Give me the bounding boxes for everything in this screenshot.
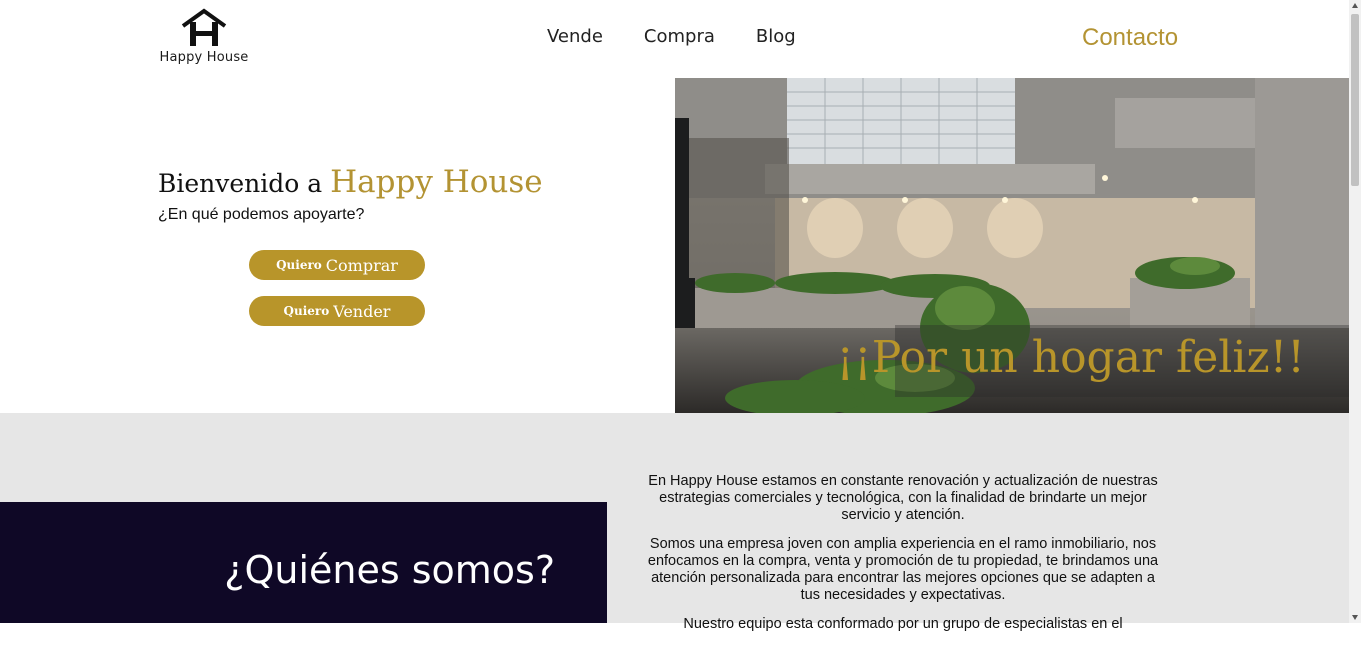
hero-title: Bienvenido a Happy House xyxy=(158,164,543,200)
sell-button[interactable]: Quiero Vender xyxy=(249,296,425,326)
logo[interactable]: Happy House xyxy=(158,8,250,68)
hero-title-brand: Happy House xyxy=(330,164,543,200)
about-section: ¿Quiénes somos? En Happy House estamos e… xyxy=(0,413,1349,632)
sell-button-small: Quiero xyxy=(283,304,330,318)
contact-link[interactable]: Contacto xyxy=(1082,24,1178,52)
house-logo-icon xyxy=(181,8,227,46)
buy-button-small: Quiero xyxy=(276,258,322,272)
about-title-panel: ¿Quiénes somos? xyxy=(0,502,607,623)
about-paragraph: Somos una empresa joven con amplia exper… xyxy=(647,536,1159,603)
hero-slogan: ¡¡Por un hogar feliz!! xyxy=(836,332,1305,383)
sell-button-label: Vender xyxy=(333,301,391,321)
logo-text: Happy House xyxy=(159,50,249,65)
buy-button-label: Comprar xyxy=(325,255,398,275)
page-scrollbar[interactable] xyxy=(1349,0,1361,623)
about-title: ¿Quiénes somos? xyxy=(224,548,555,592)
buy-button[interactable]: Quiero Comprar xyxy=(249,250,425,280)
nav-link-vende[interactable]: Vende xyxy=(547,26,603,47)
hero-image: ¡¡Por un hogar feliz!! xyxy=(675,78,1349,413)
scroll-thumb[interactable] xyxy=(1351,14,1359,186)
scroll-down-arrow-icon[interactable] xyxy=(1352,615,1358,620)
hero-title-prefix: Bienvenido a xyxy=(158,169,323,198)
site-header: Happy House Vende Compra Blog Contacto xyxy=(0,0,1349,78)
scroll-up-arrow-icon[interactable] xyxy=(1352,3,1358,8)
nav-link-blog[interactable]: Blog xyxy=(756,26,796,47)
about-paragraph: Nuestro equipo esta conformado por un gr… xyxy=(683,616,1123,632)
hero-subtitle: ¿En qué podemos apoyarte? xyxy=(158,206,365,223)
nav-link-compra[interactable]: Compra xyxy=(644,26,715,47)
about-text: En Happy House estamos en constante reno… xyxy=(647,473,1159,645)
about-paragraph: En Happy House estamos en constante reno… xyxy=(648,473,1158,523)
main-nav: Vende Compra Blog xyxy=(547,26,796,47)
